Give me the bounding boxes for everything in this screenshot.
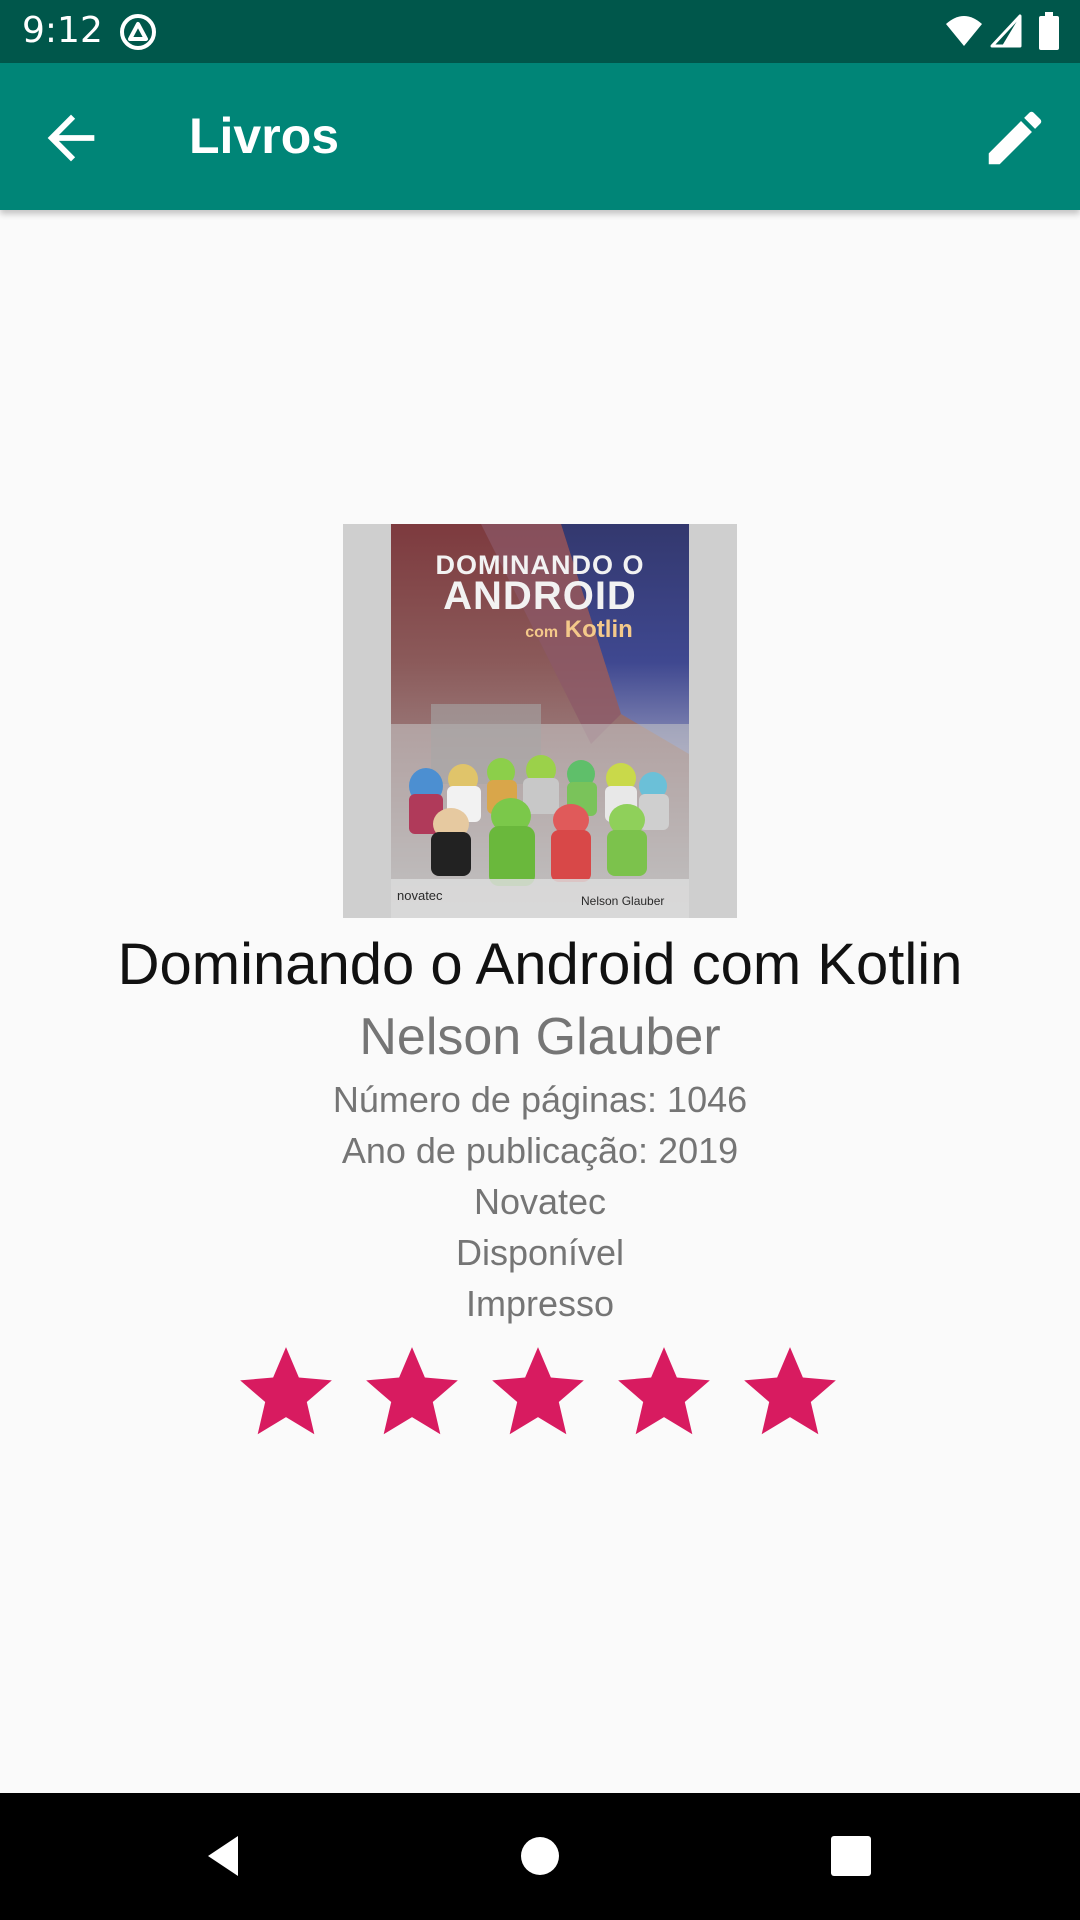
star-icon — [492, 1347, 584, 1435]
book-publisher: Novatec — [473, 1181, 607, 1222]
book-cover-image: DOMINANDO O ANDROID com Kotlin novatec N… — [391, 524, 689, 918]
cover-subtitle-prefix: com — [525, 624, 559, 641]
back-button[interactable] — [36, 103, 106, 173]
book-availability: Disponível — [455, 1232, 625, 1273]
triangle-back-icon — [208, 1836, 238, 1876]
rating-star[interactable] — [231, 1338, 341, 1448]
square-recents-icon — [831, 1836, 871, 1876]
cover-title-line-2: ANDROID — [443, 574, 637, 618]
rating-star[interactable] — [357, 1338, 467, 1448]
book-detail: DOMINANDO O ANDROID com Kotlin novatec N… — [0, 210, 1080, 1793]
edit-button[interactable] — [980, 103, 1050, 173]
arrow-left-icon — [47, 114, 95, 162]
rating-bar[interactable] — [231, 1338, 849, 1448]
star-icon — [744, 1347, 836, 1435]
star-icon — [618, 1347, 710, 1435]
notification-app-icon — [118, 12, 158, 52]
rating-star[interactable] — [483, 1338, 593, 1448]
book-format: Impresso — [465, 1283, 615, 1324]
rating-star[interactable] — [609, 1338, 719, 1448]
cover-publisher-mark: novatec — [397, 888, 443, 903]
book-year: Ano de publicação: 2019 — [341, 1130, 739, 1171]
star-icon — [240, 1347, 332, 1435]
cover-subtitle-main: Kotlin — [564, 616, 633, 643]
book-cover-frame: DOMINANDO O ANDROID com Kotlin novatec N… — [343, 524, 737, 918]
nav-home-button[interactable] — [518, 1831, 568, 1881]
page-title: Livros — [189, 108, 340, 164]
book-title: Dominando o Android com Kotlin — [117, 932, 963, 997]
rating-star[interactable] — [735, 1338, 845, 1448]
status-bar: 9:12 — [0, 0, 1080, 63]
system-nav-bar — [0, 1793, 1080, 1920]
nav-back-button[interactable] — [200, 1831, 250, 1881]
cell-signal-icon — [990, 14, 1022, 48]
book-pages: Número de páginas: 1046 — [332, 1079, 748, 1120]
status-time: 9:12 — [22, 10, 103, 51]
book-author: Nelson Glauber — [359, 1008, 721, 1066]
pencil-icon — [988, 111, 1042, 165]
nav-recents-button[interactable] — [826, 1831, 876, 1881]
app-bar: Livros — [0, 63, 1080, 210]
cover-author-mark: Nelson Glauber — [581, 894, 665, 908]
cover-subtitle: com Kotlin — [479, 616, 679, 644]
wifi-icon — [944, 14, 984, 48]
battery-icon — [1038, 12, 1060, 50]
circle-home-icon — [521, 1837, 559, 1875]
star-icon — [366, 1347, 458, 1435]
